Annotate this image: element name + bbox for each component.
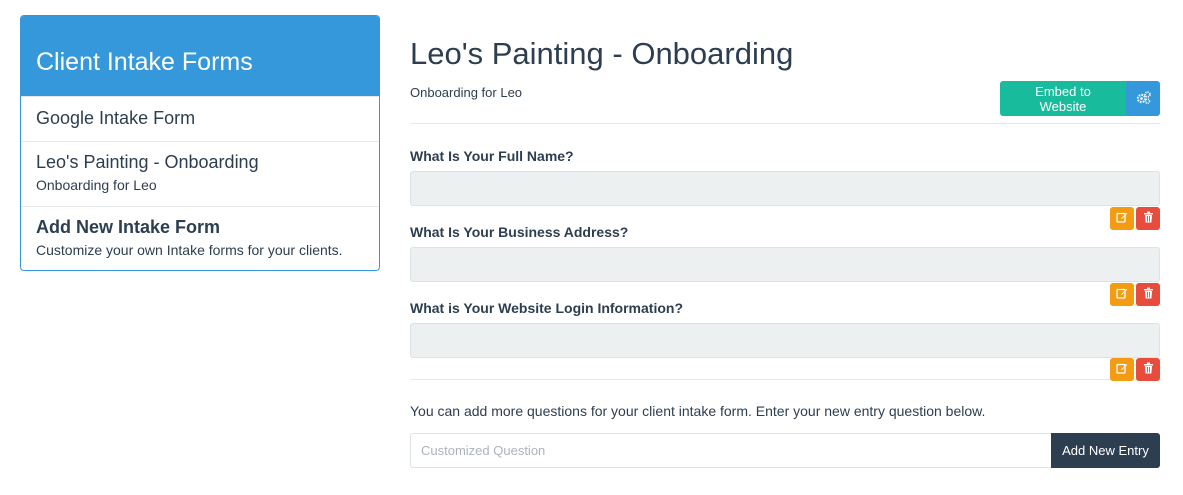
sidebar-item-leos-painting[interactable]: Leo's Painting - Onboarding Onboarding f… [21, 141, 379, 206]
add-new-entry-button[interactable]: Add New Entry [1051, 433, 1160, 468]
delete-question-button[interactable] [1136, 283, 1160, 306]
page-title: Leo's Painting - Onboarding [410, 36, 794, 71]
question-label: What Is Your Business Address? [410, 224, 629, 240]
trash-icon [1143, 361, 1154, 379]
sidebar-item-google-intake-form[interactable]: Google Intake Form [21, 96, 379, 141]
divider [410, 123, 1160, 124]
question-actions [1110, 283, 1160, 306]
edit-question-button[interactable] [1110, 207, 1134, 230]
sidebar-item-label: Google Intake Form [36, 108, 196, 128]
edit-icon [1116, 361, 1128, 379]
trash-icon [1143, 286, 1154, 304]
question-actions [1110, 207, 1160, 230]
intake-forms-sidebar: Client Intake Forms Google Intake Form L… [20, 15, 380, 271]
sidebar-item-label: Add New Intake Form [36, 217, 221, 237]
question-label: What is Your Website Login Information? [410, 300, 683, 316]
edit-icon [1116, 210, 1128, 228]
embed-button-group: Embed to Website [1000, 81, 1160, 116]
embed-to-website-button[interactable]: Embed to Website [1000, 81, 1126, 116]
question-actions [1110, 358, 1160, 381]
sidebar-item-label: Leo's Painting - Onboarding [36, 152, 259, 172]
divider [410, 379, 1160, 380]
edit-question-button[interactable] [1110, 358, 1134, 381]
question-label: What Is Your Full Name? [410, 148, 574, 164]
sidebar-title: Client Intake Forms [21, 16, 379, 96]
gears-icon [1136, 90, 1151, 107]
helper-text: You can add more questions for your clie… [410, 403, 986, 419]
sidebar-item-add-new-intake-form[interactable]: Add New Intake Form Customize your own I… [21, 206, 379, 270]
question-answer-field[interactable] [410, 171, 1160, 206]
edit-icon [1116, 286, 1128, 304]
new-question-input[interactable] [410, 433, 1051, 468]
new-entry-row: Add New Entry [410, 433, 1160, 468]
sidebar-item-subtitle: Onboarding for Leo [36, 177, 157, 193]
question-answer-field[interactable] [410, 323, 1160, 358]
settings-button[interactable] [1126, 81, 1160, 116]
trash-icon [1143, 210, 1154, 228]
question-answer-field[interactable] [410, 247, 1160, 282]
page-subtitle: Onboarding for Leo [410, 85, 523, 100]
sidebar-item-subtitle: Customize your own Intake forms for your… [36, 242, 343, 258]
delete-question-button[interactable] [1136, 358, 1160, 381]
delete-question-button[interactable] [1136, 207, 1160, 230]
edit-question-button[interactable] [1110, 283, 1134, 306]
